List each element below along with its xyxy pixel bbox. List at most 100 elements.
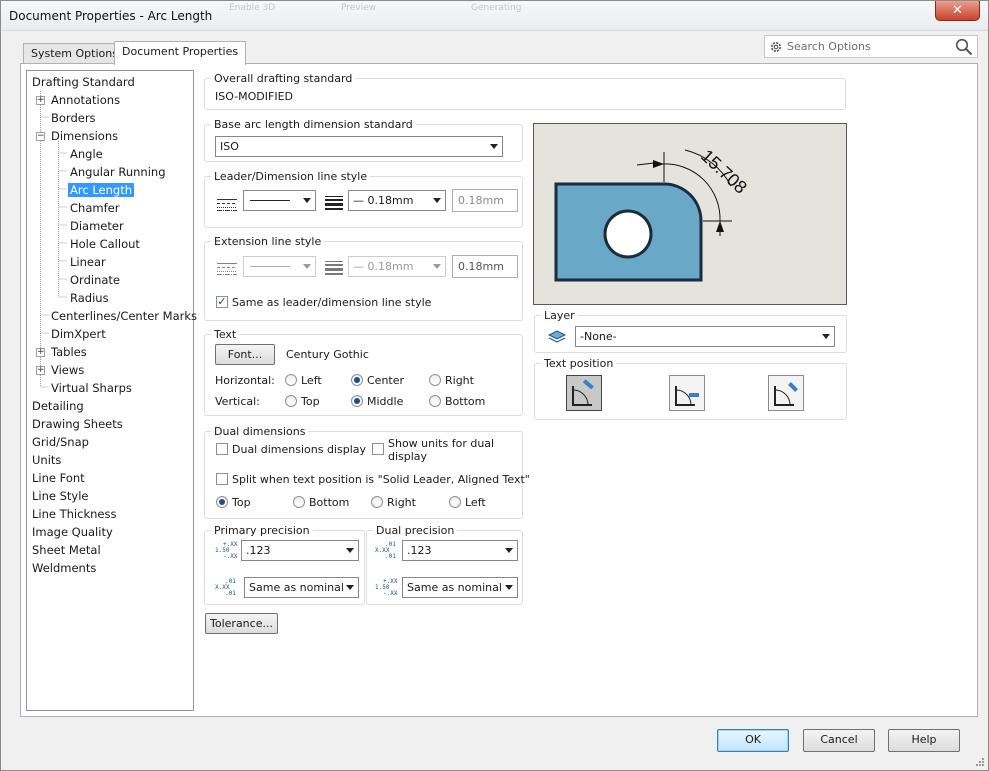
tree-item[interactable]: Angular Running — [70, 164, 166, 180]
tree-item[interactable]: Drafting Standard — [32, 74, 135, 90]
text-position-horizontal-button[interactable] — [669, 375, 705, 411]
tree-item[interactable]: Chamfer — [70, 200, 119, 216]
options-tree[interactable]: Drafting Standard Annotations + Borders Dime… — [26, 70, 197, 711]
leader-line-thickness-select[interactable]: — 0.18mm — [348, 190, 446, 211]
tree-item-label: DimXpert — [51, 327, 106, 341]
same-as-leader-checkbox[interactable]: ✓ — [216, 296, 228, 308]
tree-item[interactable]: Units — [32, 452, 61, 468]
vertical-align-radio[interactable] — [285, 395, 297, 407]
chevron-down-icon — [303, 264, 311, 269]
cancel-button[interactable]: Cancel — [803, 729, 875, 752]
tree-item[interactable]: Arc Length — [68, 182, 134, 198]
dual-tolerance-precision-select[interactable]: Same as nominal — [402, 577, 518, 598]
vertical-label: Vertical: — [215, 395, 260, 408]
tree-item[interactable]: Dimensions — [51, 128, 118, 144]
primary-tolerance-precision-select[interactable]: Same as nominal — [244, 577, 359, 598]
leader-line-style-select[interactable] — [243, 190, 316, 211]
tree-item[interactable]: Angle — [70, 146, 103, 162]
dual-position-radio[interactable] — [216, 496, 228, 508]
horizontal-align-radio[interactable] — [429, 374, 441, 386]
tree-item[interactable]: Grid/Snap — [32, 434, 89, 450]
font-button[interactable]: Font... — [215, 344, 275, 365]
search-box[interactable]: Search Options — [764, 35, 978, 58]
horizontal-align-radio[interactable] — [351, 374, 363, 386]
primary-precision-select[interactable]: .123 — [241, 540, 359, 561]
extension-custom-thickness-input[interactable]: 0.18mm — [452, 255, 518, 278]
layers-icon — [548, 330, 566, 343]
tree-item[interactable]: Views — [51, 362, 84, 378]
tree-item[interactable]: Detailing — [32, 398, 84, 414]
search-input[interactable]: Search Options — [787, 40, 871, 53]
chevron-down-icon — [505, 585, 513, 590]
text-position-broken-leader-button[interactable] — [768, 375, 804, 411]
tree-item[interactable]: Tables — [51, 344, 87, 360]
split-text-checkbox[interactable] — [216, 473, 228, 485]
dual-position-radio[interactable] — [293, 496, 305, 508]
group-label: Base arc length dimension standard — [211, 118, 416, 131]
select-value: Same as nominal — [407, 581, 502, 594]
expand-icon[interactable]: + — [36, 348, 45, 357]
chevron-down-icon — [490, 144, 498, 149]
chevron-down-icon — [346, 548, 354, 553]
group-label: Primary precision — [211, 524, 313, 537]
text-position-group: Text position — [534, 357, 847, 420]
tree-item-label: Dimensions — [51, 129, 119, 143]
tree-item[interactable]: Virtual Sharps — [51, 380, 132, 396]
expand-icon[interactable]: + — [36, 96, 45, 105]
tree-item[interactable]: Drawing Sheets — [32, 416, 123, 432]
resize-grip-icon[interactable] — [975, 757, 985, 767]
show-units-checkbox[interactable] — [372, 443, 384, 455]
tree-item[interactable]: Line Style — [32, 488, 89, 504]
collapse-icon[interactable]: − — [36, 132, 45, 141]
group-label: Leader/Dimension line style — [211, 170, 371, 183]
primary-precision-group: Primary precision +.XX 1.50 -.XX .123 .01 X… — [204, 524, 365, 605]
search-icon[interactable] — [955, 38, 973, 56]
tree-item[interactable]: Hole Callout — [70, 236, 140, 252]
dual-display-checkbox[interactable] — [216, 443, 228, 455]
leader-custom-thickness-input[interactable]: 0.18mm — [452, 189, 518, 212]
split-text-label: Split when text position is "Solid Leade… — [232, 473, 530, 486]
help-button[interactable]: Help — [888, 729, 960, 752]
tab-system-options[interactable]: System Options — [23, 43, 126, 65]
vertical-align-radio[interactable] — [429, 395, 441, 407]
tree-item[interactable]: Diameter — [70, 218, 124, 234]
tree-item[interactable]: Line Thickness — [32, 506, 116, 522]
expand-icon[interactable]: + — [36, 366, 45, 375]
tree-item[interactable]: Line Font — [32, 470, 85, 486]
select-value: ISO — [220, 140, 239, 153]
tree-item[interactable]: Centerlines/Center Marks — [51, 308, 197, 324]
tree-item[interactable]: Linear — [70, 254, 106, 270]
ok-button[interactable]: OK — [717, 729, 789, 752]
tree-item[interactable]: Annotations — [51, 92, 120, 108]
tree-item[interactable]: Weldments — [32, 560, 96, 576]
title-bar[interactable]: Document Properties - Arc Length Enable … — [1, 1, 988, 31]
tolerance-button[interactable]: Tolerance... — [205, 613, 278, 634]
layer-group: Layer -None- — [534, 309, 847, 353]
tree-item[interactable]: DimXpert — [51, 326, 106, 342]
dual-precision-select[interactable]: .123 — [402, 540, 518, 561]
horizontal-align-radio[interactable] — [285, 374, 297, 386]
close-button[interactable]: ✕ — [935, 1, 980, 21]
close-icon: ✕ — [952, 3, 963, 18]
group-label: Dual dimensions — [211, 425, 309, 438]
base-arc-standard-select[interactable]: ISO — [215, 136, 503, 157]
dimension-preview: 15.708 — [533, 123, 847, 305]
tree-item[interactable]: Ordinate — [70, 272, 120, 288]
tab-document-properties[interactable]: Document Properties — [114, 41, 247, 65]
tree-item-label: Angle — [70, 147, 103, 161]
select-value: .123 — [407, 544, 432, 557]
line-style-icon — [217, 199, 237, 211]
text-position-broken-leader-icon — [774, 382, 798, 406]
dual-position-radio[interactable] — [371, 496, 383, 508]
dual-position-radio-label: Top — [232, 496, 251, 509]
text-position-aligned-button[interactable] — [566, 375, 602, 411]
dual-position-radio[interactable] — [449, 496, 461, 508]
tree-item[interactable]: Radius — [70, 290, 109, 306]
vertical-align-radio-label: Top — [301, 395, 320, 408]
vertical-align-radio[interactable] — [351, 395, 363, 407]
tree-item[interactable]: Image Quality — [32, 524, 113, 540]
tree-item[interactable]: Borders — [51, 110, 96, 126]
dual-position-radio-label: Right — [387, 496, 416, 509]
layer-select[interactable]: -None- — [575, 326, 835, 347]
tree-item[interactable]: Sheet Metal — [32, 542, 101, 558]
